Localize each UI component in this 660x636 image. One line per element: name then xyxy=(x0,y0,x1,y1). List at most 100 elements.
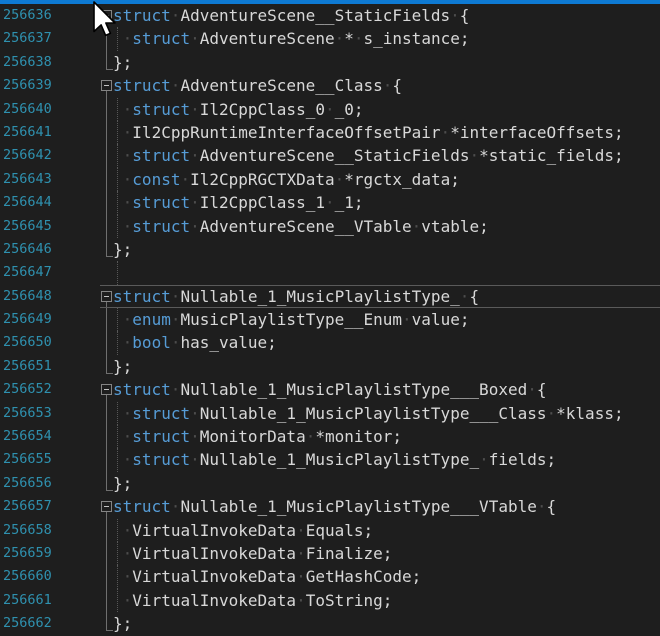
indent-whitespace-dot: · xyxy=(113,191,132,214)
identifier-token: AdventureScene__Class xyxy=(180,76,382,95)
code-text[interactable]: struct·AdventureScene__StaticFields·{ xyxy=(113,4,469,27)
code-text[interactable]: struct·Nullable_1_MusicPlaylistType___VT… xyxy=(113,495,556,518)
line-number[interactable]: 256658 xyxy=(3,519,52,542)
line-number[interactable]: 256645 xyxy=(3,215,52,238)
identifier-token: * xyxy=(344,29,354,48)
identifier-token: AdventureScene__StaticFields xyxy=(180,6,450,25)
whitespace-dot: · xyxy=(441,123,451,142)
indent-whitespace-dot: · xyxy=(113,215,132,238)
code-text[interactable]: struct·Nullable_1_MusicPlaylistType_·{ xyxy=(113,285,479,308)
line-number[interactable]: 256647 xyxy=(3,261,52,284)
line-number[interactable]: 256662 xyxy=(3,612,52,635)
code-text[interactable]: ·const·Il2CppRGCTXData·*rgctx_data; xyxy=(113,168,460,191)
line-number[interactable]: 256644 xyxy=(3,191,52,214)
code-text[interactable]: }; xyxy=(113,472,132,495)
code-text[interactable]: ·struct·Il2CppClass_0·_0; xyxy=(113,98,364,121)
whitespace-dot: · xyxy=(171,6,181,25)
line-number[interactable]: 256656 xyxy=(3,472,52,495)
identifier-token: has_value; xyxy=(180,333,276,352)
line-number[interactable]: 256659 xyxy=(3,542,52,565)
code-line: 256637·struct·AdventureScene·*·s_instanc… xyxy=(0,27,660,50)
keyword-token: struct xyxy=(132,146,190,165)
identifier-token: Nullable_1_MusicPlaylistType_ xyxy=(180,287,459,306)
line-number[interactable]: 256654 xyxy=(3,425,52,448)
code-line: 256651}; xyxy=(0,355,660,378)
code-line: 256660 ·VirtualInvokeData·GetHashCode; xyxy=(0,565,660,588)
code-text[interactable]: ·Il2CppRuntimeInterfaceOffsetPair·*inter… xyxy=(113,121,624,144)
fold-scope-line xyxy=(106,402,107,425)
line-number[interactable]: 256649 xyxy=(3,308,52,331)
line-number[interactable]: 256636 xyxy=(3,4,52,27)
fold-scope-end-line xyxy=(106,355,113,374)
fold-scope-line xyxy=(106,191,107,214)
fold-collapse-toggle-icon[interactable] xyxy=(101,501,112,512)
code-line: 256638}; xyxy=(0,51,660,74)
identifier-token: Nullable_1_MusicPlaylistType___Class xyxy=(200,404,547,423)
code-text[interactable]: }; xyxy=(113,355,132,378)
fold-collapse-toggle-icon[interactable] xyxy=(101,10,112,21)
line-number[interactable]: 256655 xyxy=(3,448,52,471)
code-text[interactable]: ·VirtualInvokeData·Equals; xyxy=(113,519,373,542)
code-line: 256652 struct·Nullable_1_MusicPlaylistTyp… xyxy=(0,378,660,401)
indent-whitespace-dot: · xyxy=(113,121,132,144)
line-number[interactable]: 256657 xyxy=(3,495,52,518)
fold-collapse-toggle-icon[interactable] xyxy=(101,80,112,91)
code-text[interactable]: ·struct·Il2CppClass_1·_1; xyxy=(113,191,364,214)
line-number[interactable]: 256650 xyxy=(3,331,52,354)
fold-collapse-toggle-icon[interactable] xyxy=(101,291,112,302)
line-number[interactable]: 256640 xyxy=(3,98,52,121)
identifier-token: *klass; xyxy=(556,404,623,423)
whitespace-dot: · xyxy=(527,380,537,399)
code-line: 256644 ·struct·Il2CppClass_1·_1; xyxy=(0,191,660,214)
code-text[interactable]: }; xyxy=(113,238,132,261)
code-line: 256656}; xyxy=(0,472,660,495)
code-text[interactable]: ·VirtualInvokeData·GetHashCode; xyxy=(113,565,421,588)
line-number[interactable]: 256648 xyxy=(3,285,52,308)
fold-scope-line xyxy=(106,519,107,542)
code-text[interactable]: struct·Nullable_1_MusicPlaylistType___Bo… xyxy=(113,378,547,401)
code-text[interactable]: }; xyxy=(113,51,132,74)
code-text[interactable]: ·struct·Nullable_1_MusicPlaylistType_·fi… xyxy=(113,448,556,471)
line-number[interactable]: 256639 xyxy=(3,74,52,97)
code-editor-viewport[interactable]: 256636struct·AdventureScene__StaticField… xyxy=(0,4,660,636)
whitespace-dot: · xyxy=(171,497,181,516)
fold-scope-line xyxy=(106,331,107,354)
line-number[interactable]: 256660 xyxy=(3,565,52,588)
line-number[interactable]: 256642 xyxy=(3,144,52,167)
line-number[interactable]: 256652 xyxy=(3,378,52,401)
code-text[interactable]: }; xyxy=(113,612,132,635)
code-text[interactable]: ·VirtualInvokeData·Finalize; xyxy=(113,542,392,565)
whitespace-dot: · xyxy=(190,146,200,165)
line-number[interactable]: 256646 xyxy=(3,238,52,261)
line-number[interactable]: 256651 xyxy=(3,355,52,378)
line-number[interactable]: 256638 xyxy=(3,51,52,74)
code-text[interactable]: ·struct·AdventureScene·*·s_instance; xyxy=(113,27,469,50)
code-text[interactable]: ·struct·AdventureScene__StaticFields·*st… xyxy=(113,144,624,167)
code-text[interactable]: struct·AdventureScene__Class·{ xyxy=(113,74,402,97)
code-text[interactable]: ·bool·has_value; xyxy=(113,331,277,354)
keyword-token: const xyxy=(132,170,180,189)
fold-scope-end-line xyxy=(106,51,113,70)
fold-scope-line xyxy=(106,98,107,121)
whitespace-dot: · xyxy=(469,146,479,165)
code-line: 256643 ·const·Il2CppRGCTXData·*rgctx_data… xyxy=(0,168,660,191)
whitespace-dot: · xyxy=(190,193,200,212)
fold-collapse-toggle-icon[interactable] xyxy=(101,384,112,395)
line-number[interactable]: 256661 xyxy=(3,589,52,612)
line-number[interactable]: 256643 xyxy=(3,168,52,191)
fold-scope-line xyxy=(106,168,107,191)
line-number[interactable]: 256637 xyxy=(3,27,52,50)
line-number[interactable]: 256653 xyxy=(3,402,52,425)
indent-whitespace-dot: · xyxy=(113,27,132,50)
line-number[interactable]: 256641 xyxy=(3,121,52,144)
code-line: 256653 ·struct·Nullable_1_MusicPlaylistTy… xyxy=(0,402,660,425)
code-text[interactable]: ·struct·Nullable_1_MusicPlaylistType___C… xyxy=(113,402,624,425)
keyword-token: struct xyxy=(132,100,190,119)
code-text[interactable]: ·struct·AdventureScene__VTable·vtable; xyxy=(113,215,489,238)
code-text[interactable]: ·VirtualInvokeData·ToString; xyxy=(113,589,392,612)
whitespace-dot: · xyxy=(402,310,412,329)
code-text[interactable]: ·struct·MonitorData·*monitor; xyxy=(113,425,402,448)
code-text[interactable]: ·enum·MusicPlaylistType__Enum·value; xyxy=(113,308,469,331)
identifier-token: s_instance; xyxy=(364,29,470,48)
indent-whitespace-dot: · xyxy=(113,425,132,448)
